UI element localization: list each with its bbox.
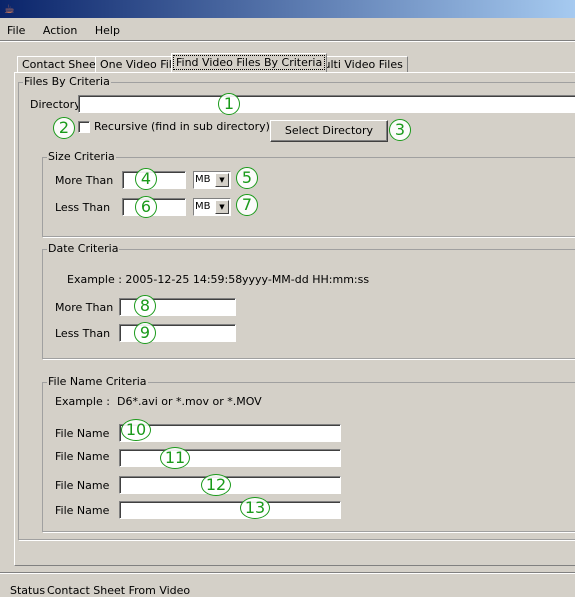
annotation-marker: 1: [218, 93, 240, 115]
menu-help[interactable]: Help: [95, 24, 120, 37]
chevron-down-icon: ▼: [215, 200, 229, 214]
annotation-marker: 4: [135, 168, 157, 190]
size-criteria-group: Size Criteria: [42, 150, 575, 237]
divider: [0, 40, 575, 42]
directory-input[interactable]: [78, 95, 575, 113]
title-bar: ☕: [0, 0, 575, 18]
annotation-marker: 13: [240, 497, 270, 519]
annotation-marker: 9: [134, 322, 156, 344]
annotation-marker: 7: [236, 194, 258, 216]
date-format: yyyy-MM-dd HH:mm:ss: [242, 273, 370, 286]
recursive-label: Recursive (find in sub directory): [94, 120, 270, 133]
selected-value: MB: [195, 174, 211, 185]
status-label: Status: [10, 584, 46, 597]
group-title: Files By Criteria: [23, 75, 111, 88]
annotation-marker: 8: [134, 295, 156, 317]
divider: [0, 572, 575, 574]
size-less-unit-select[interactable]: MB ▼: [193, 198, 231, 216]
directory-label: Directory: [30, 98, 81, 111]
group-title: Size Criteria: [47, 150, 116, 163]
menu-bar: File Action Help: [7, 24, 134, 37]
selected-value: MB: [195, 201, 211, 212]
filename-label-3: File Name: [55, 479, 110, 492]
date-more-label: More Than: [55, 301, 114, 314]
filename-input-4[interactable]: [119, 501, 341, 519]
filename-example: D6*.avi or *.mov or *.MOV: [117, 395, 262, 408]
group-title: Date Criteria: [47, 242, 120, 255]
filename-input-1[interactable]: [119, 424, 341, 442]
select-directory-button[interactable]: Select Directory: [270, 120, 388, 142]
tab-find-video-files[interactable]: Find Video Files By Criteria: [171, 53, 328, 72]
size-less-label: Less Than: [55, 201, 111, 214]
tab-contact-sheet[interactable]: Contact Sheet: [17, 56, 106, 72]
filename-label-4: File Name: [55, 504, 110, 517]
filename-example-label: Example :: [55, 395, 110, 408]
annotation-marker: 10: [121, 419, 151, 441]
menu-action[interactable]: Action: [43, 24, 77, 37]
annotation-marker: 2: [53, 117, 75, 139]
size-more-unit-select[interactable]: MB ▼: [193, 171, 231, 189]
filename-input-2[interactable]: [119, 449, 341, 467]
annotation-marker: 5: [236, 167, 258, 189]
annotation-marker: 12: [201, 474, 231, 496]
filename-label-1: File Name: [55, 427, 110, 440]
group-title: File Name Criteria: [47, 375, 148, 388]
chevron-down-icon: ▼: [215, 173, 229, 187]
date-example: Example : 2005-12-25 14:59:58: [67, 273, 243, 286]
filename-label-2: File Name: [55, 450, 110, 463]
status-text: Contact Sheet From Video: [47, 584, 191, 597]
java-app-icon: ☕: [4, 2, 15, 16]
annotation-marker: 3: [389, 119, 411, 141]
annotation-marker: 11: [160, 447, 190, 469]
menu-file[interactable]: File: [7, 24, 25, 37]
size-more-label: More Than: [55, 174, 114, 187]
annotation-marker: 6: [135, 196, 157, 218]
recursive-checkbox[interactable]: [78, 121, 90, 133]
date-less-label: Less Than: [55, 327, 111, 340]
